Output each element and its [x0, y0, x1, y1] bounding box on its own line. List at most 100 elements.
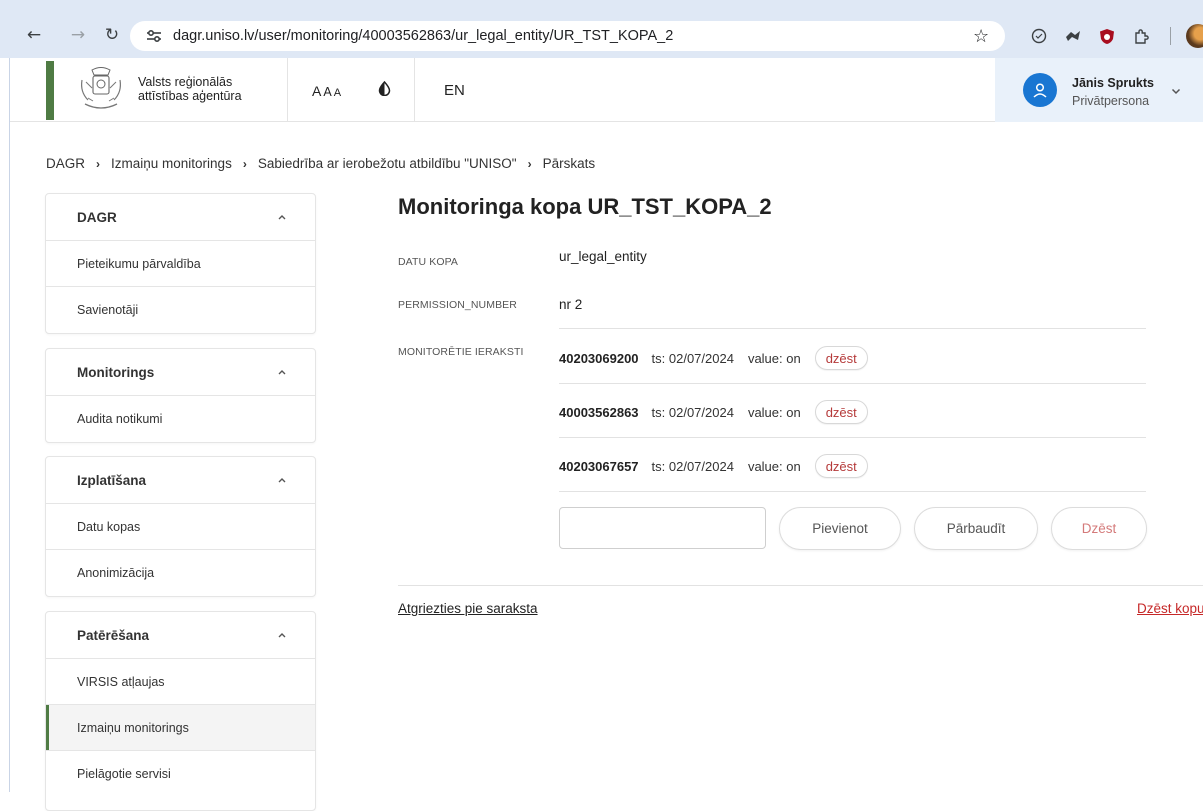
sidebar-item-label: Datu kopas [77, 519, 141, 534]
record-value: value: on [747, 350, 801, 366]
record-delete-button[interactable]: dzēst [814, 454, 868, 478]
sidebar-item-label: Izmaiņu monitorings [77, 720, 189, 735]
sidebar-item-label: Audita notikumi [77, 412, 163, 426]
extension-ghost-icon[interactable] [1062, 25, 1084, 47]
divider [559, 491, 1146, 492]
permission-value: nr 2 [559, 297, 583, 312]
sidebar-group-distribution: Izplatīšana Datu kopas Anonimizācija [45, 456, 316, 597]
record-code-input[interactable] [559, 507, 766, 549]
coat-of-arms-logo[interactable] [78, 66, 124, 114]
divider [559, 328, 1146, 329]
page-title: Monitoringa kopa UR_TST_KOPA_2 [398, 194, 772, 219]
sidebar-group-consumption: Patērēšana VIRSIS atļaujas Izmaiņu monit… [45, 611, 316, 811]
organization-name: Valsts reģionālās attīstības aģentūra [138, 75, 242, 103]
sidebar-item-custom-services[interactable]: Pielāgotie servisi [46, 751, 315, 797]
font-size-medium-button[interactable]: A [323, 85, 333, 99]
breadcrumb-item-company[interactable]: Sabiedrība ar ierobežotu atbildību "UNIS… [258, 156, 517, 171]
delete-button[interactable]: Dzēst [1051, 507, 1147, 550]
sidebar-group-title: Monitorings [77, 364, 155, 380]
brand-accent-bar [46, 61, 54, 120]
record-delete-button[interactable]: dzēst [814, 346, 868, 370]
breadcrumb-item-current: Pārskats [542, 156, 596, 171]
ublock-shield-icon[interactable] [1096, 25, 1118, 47]
record-value: value: on [747, 458, 801, 474]
sidebar-group-title: Izplatīšana [77, 472, 147, 488]
sidebar-item-connectors[interactable]: Savienotāji [46, 287, 315, 333]
header-divider [414, 58, 415, 122]
sidebar-group-dagr: DAGR Pieteikumu pārvaldība Savienotāji [45, 193, 316, 334]
record-timestamp: ts: 02/07/2024 [651, 350, 734, 366]
sidebar-group-title: DAGR [77, 209, 117, 225]
back-arrow-icon[interactable]: ← [22, 23, 46, 47]
chevron-right-icon: › [96, 156, 101, 171]
record-id: 40003562863 [559, 404, 639, 420]
record-id: 40203069200 [559, 350, 639, 366]
record-row: 40203067657 ts: 02/07/2024 value: on dzē… [559, 453, 868, 479]
sidebar-group-title: Patērēšana [77, 627, 150, 643]
sidebar-item-anonymization[interactable]: Anonimizācija [46, 550, 315, 596]
dataset-value: ur_legal_entity [559, 249, 647, 264]
back-to-list-link[interactable]: Atgriezties pie saraksta [398, 601, 538, 616]
chevron-up-icon [278, 370, 286, 375]
sidebar-group-header[interactable]: Patērēšana [46, 612, 315, 659]
record-value: value: on [747, 404, 801, 420]
add-button[interactable]: Pievienot [779, 507, 901, 550]
font-size-large-button[interactable]: A [312, 83, 323, 99]
header-divider [287, 58, 288, 122]
user-avatar-icon[interactable] [1023, 73, 1057, 107]
sidebar-item-label: Anonimizācija [77, 566, 155, 580]
language-switch[interactable]: EN [444, 82, 465, 99]
delete-set-link[interactable]: Dzēst kopu [1137, 601, 1203, 616]
sidebar-group-header[interactable]: Monitorings [46, 349, 315, 396]
chevron-up-icon [278, 478, 286, 483]
extension-globe-icon[interactable] [1028, 25, 1050, 47]
sidebar-item-label: Pieteikumu pārvaldība [77, 256, 201, 271]
reload-icon[interactable]: ↻ [100, 23, 124, 47]
sidebar-item-datasets[interactable]: Datu kopas [46, 504, 315, 550]
user-role: Privātpersona [1072, 94, 1150, 108]
record-row: 40003562863 ts: 02/07/2024 value: on dzē… [559, 399, 868, 425]
sidebar-item-label: Pielāgotie servisi [77, 767, 171, 781]
font-size-controls: AAA [312, 83, 343, 99]
sidebar-group-monitoring: Monitorings Audita notikumi [45, 348, 316, 443]
chevron-right-icon: › [527, 156, 532, 171]
breadcrumb: DAGR › Izmaiņu monitorings › Sabiedrība … [46, 156, 595, 171]
sidebar-item-change-monitoring[interactable]: Izmaiņu monitorings [46, 705, 315, 751]
sidebar-item-label: VIRSIS atļaujas [77, 674, 165, 689]
sidebar-item-applications[interactable]: Pieteikumu pārvaldība [46, 241, 315, 287]
contrast-toggle-icon[interactable] [377, 80, 392, 97]
chevron-up-icon [278, 215, 286, 220]
record-row: 40203069200 ts: 02/07/2024 value: on dzē… [559, 345, 868, 371]
sidebar-group-header[interactable]: DAGR [46, 194, 315, 241]
breadcrumb-item-monitoring[interactable]: Izmaiņu monitorings [111, 156, 232, 171]
check-button[interactable]: Pārbaudīt [914, 507, 1038, 550]
chevron-up-icon [278, 633, 286, 638]
divider [559, 383, 1146, 384]
extensions-puzzle-icon[interactable] [1130, 25, 1152, 47]
site-settings-icon[interactable] [145, 27, 163, 45]
record-timestamp: ts: 02/07/2024 [651, 404, 734, 420]
sidebar-group-header[interactable]: Izplatīšana [46, 457, 315, 504]
bookmark-star-icon[interactable]: ☆ [973, 26, 989, 47]
forward-arrow-icon[interactable]: → [66, 23, 90, 47]
chevron-down-icon[interactable] [1169, 84, 1183, 98]
browser-profile-avatar[interactable] [1186, 24, 1203, 48]
record-timestamp: ts: 02/07/2024 [651, 458, 734, 474]
window-edge [0, 58, 10, 792]
sidebar-item-label: Savienotāji [77, 303, 139, 317]
records-label: MONITORĒTIE IERAKSTI [398, 346, 524, 358]
divider [559, 437, 1146, 438]
permission-label: PERMISSION_NUMBER [398, 299, 517, 311]
record-id: 40203067657 [559, 458, 639, 474]
user-name[interactable]: Jānis Sprukts [1072, 76, 1154, 90]
toolbar-divider [1170, 27, 1171, 45]
divider [398, 585, 1203, 586]
dataset-label: DATU KOPA [398, 256, 459, 268]
sidebar-item-audit-events[interactable]: Audita notikumi [46, 396, 315, 442]
record-delete-button[interactable]: dzēst [814, 400, 868, 424]
chevron-right-icon: › [242, 156, 247, 171]
breadcrumb-item-dagr[interactable]: DAGR [46, 156, 85, 171]
url-text[interactable]: dagr.uniso.lv/user/monitoring/4000356286… [173, 28, 673, 44]
sidebar-item-virsis-permissions[interactable]: VIRSIS atļaujas [46, 659, 315, 705]
font-size-small-button[interactable]: A [334, 87, 343, 99]
